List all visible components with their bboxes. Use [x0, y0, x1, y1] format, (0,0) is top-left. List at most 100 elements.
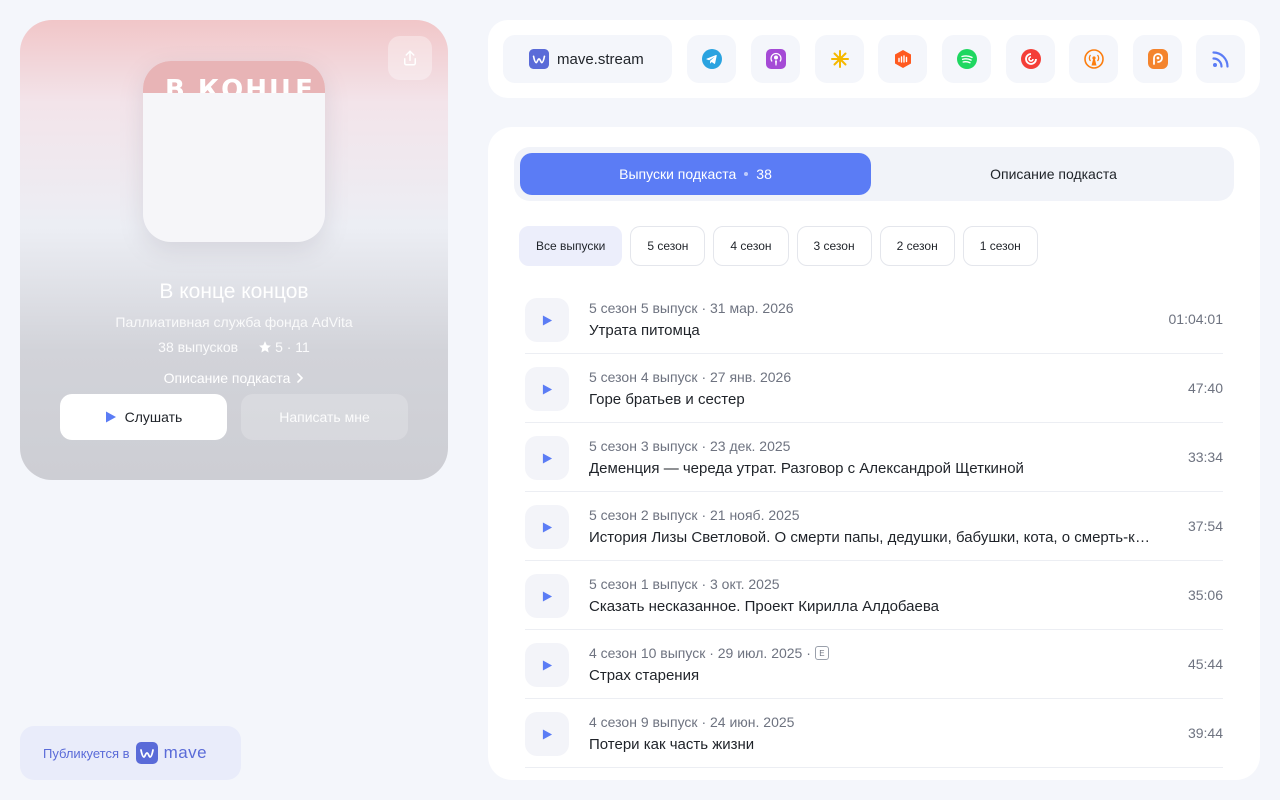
share-button[interactable] — [388, 36, 432, 80]
overcast-icon — [1083, 49, 1104, 69]
play-icon — [542, 728, 552, 740]
episode-duration: 47:40 — [1187, 380, 1223, 396]
cover-header: В КОНЦЕ — [143, 61, 325, 93]
episode-row[interactable]: 4 сезон 10 выпуск · 29 июл. 2025 · E Стр… — [525, 630, 1223, 699]
episode-meta: 5 сезон 1 выпуск · 3 окт. 2025 — [589, 576, 780, 592]
play-icon — [542, 314, 552, 326]
episode-duration: 45:44 — [1187, 656, 1223, 672]
listen-button[interactable]: Слушать — [60, 394, 227, 440]
pocket-casts-icon — [1020, 49, 1041, 69]
episode-row[interactable]: 5 сезон 4 выпуск · 27 янв. 2026 Горе бра… — [525, 354, 1223, 423]
podcast-tabs: Выпуски подкаста 38 Описание подкаста — [514, 147, 1234, 201]
mave-icon — [135, 742, 158, 764]
episode-meta: 5 сезон 2 выпуск · 21 нояб. 2025 — [589, 507, 800, 523]
cover-text: В КОНЦЕ — [165, 75, 315, 93]
episodes-panel: Выпуски подкаста 38 Описание подкаста Вс… — [488, 127, 1260, 780]
play-icon — [105, 411, 116, 423]
share-icon — [404, 50, 416, 66]
episode-meta: 5 сезон 4 выпуск · 27 янв. 2026 — [589, 369, 792, 385]
podcast-cover: В КОНЦЕ — [143, 61, 325, 242]
published-in-mave[interactable]: Публикуется в mave — [20, 726, 241, 780]
play-icon — [542, 659, 552, 671]
season-chip-3[interactable]: 3 сезон — [796, 226, 872, 266]
platform-bar: mave.stream — [488, 20, 1260, 98]
platform-podcast-addict[interactable] — [1133, 35, 1182, 83]
star-icon — [259, 341, 271, 353]
platform-yandex-music[interactable] — [815, 35, 864, 83]
episode-title: Страх старения — [589, 667, 700, 684]
tab-description[interactable]: Описание подкаста — [879, 153, 1228, 195]
podcast-title: В конце концов — [159, 280, 309, 303]
episode-title: История Лизы Светловой. О смерти папы, д… — [589, 529, 1155, 546]
episode-list: 5 сезон 5 выпуск · 31 мар. 2026 Утрата п… — [525, 285, 1223, 768]
podcast-addict-icon — [1147, 49, 1168, 69]
mave-logo: mave — [135, 742, 208, 764]
episode-play-button[interactable] — [525, 643, 569, 687]
soundstream-icon — [894, 50, 911, 68]
season-chip-5[interactable]: 5 сезон — [630, 226, 706, 266]
episode-play-button[interactable] — [525, 298, 569, 342]
rating-value: 5 · 11 — [275, 339, 310, 355]
write-me-button[interactable]: Написать мне — [241, 394, 408, 440]
podcast-author: Паллиативная служба фонда AdVita — [115, 314, 353, 330]
episode-play-button[interactable] — [525, 712, 569, 756]
mave-stream-link[interactable]: mave.stream — [503, 35, 672, 83]
tab-episodes-label: Выпуски подкаста — [619, 166, 737, 182]
platform-rss[interactable] — [1196, 35, 1245, 83]
tab-episodes[interactable]: Выпуски подкаста 38 — [520, 153, 871, 195]
season-chip-4[interactable]: 4 сезон — [713, 226, 789, 266]
episode-duration: 35:06 — [1187, 587, 1223, 603]
platform-overcast[interactable] — [1069, 35, 1118, 83]
episode-meta: 5 сезон 5 выпуск · 31 мар. 2026 — [589, 300, 794, 316]
episode-title: Горе братьев и сестер — [589, 391, 745, 408]
explicit-badge: E — [814, 646, 829, 660]
mave-brand: mave — [163, 743, 208, 762]
description-link-label: Описание подкаста — [163, 370, 291, 386]
rss-icon — [1211, 51, 1229, 68]
episode-row[interactable]: 4 сезон 9 выпуск · 24 июн. 2025 Потери к… — [525, 699, 1223, 768]
season-chip-1[interactable]: 1 сезон — [962, 226, 1038, 266]
description-link[interactable]: Описание подкаста — [20, 370, 448, 386]
play-icon — [542, 521, 552, 533]
tab-episodes-count: 38 — [756, 166, 772, 182]
podcast-card: В КОНЦЕ В конце концов Паллиативная служ… — [20, 20, 448, 480]
spotify-icon — [956, 49, 977, 69]
tab-separator-dot — [744, 172, 749, 176]
apple-podcasts-icon — [765, 49, 786, 69]
season-chip-all[interactable]: Все выпуски — [519, 226, 623, 266]
episode-duration: 01:04:01 — [1168, 311, 1224, 327]
platform-pocket-casts[interactable] — [1006, 35, 1055, 83]
episode-play-button[interactable] — [525, 436, 569, 480]
episodes-count: 38 выпусков — [158, 339, 239, 355]
play-icon — [542, 590, 552, 602]
yandex-music-icon — [830, 50, 849, 68]
episode-meta-text: 4 сезон 10 выпуск · 29 июл. 2025 · — [589, 645, 811, 661]
episode-title: Утрата питомца — [589, 322, 700, 339]
platform-apple-podcasts[interactable] — [751, 35, 800, 83]
platform-spotify[interactable] — [942, 35, 991, 83]
episode-meta: 4 сезон 9 выпуск · 24 июн. 2025 — [589, 714, 795, 730]
episode-meta: 4 сезон 10 выпуск · 29 июл. 2025 · E — [589, 645, 829, 661]
episode-row[interactable]: 5 сезон 1 выпуск · 3 окт. 2025 Сказать н… — [525, 561, 1223, 630]
listen-button-label: Слушать — [124, 409, 183, 425]
episode-title: Сказать несказанное. Проект Кирилла Алдо… — [589, 598, 939, 615]
mave-icon — [529, 49, 549, 69]
episode-row[interactable]: 5 сезон 5 выпуск · 31 мар. 2026 Утрата п… — [525, 285, 1223, 354]
platform-soundstream[interactable] — [878, 35, 927, 83]
episode-play-button[interactable] — [525, 367, 569, 411]
season-chip-2[interactable]: 2 сезон — [879, 226, 955, 266]
telegram-icon — [701, 49, 722, 69]
episode-row[interactable]: 5 сезон 2 выпуск · 21 нояб. 2025 История… — [525, 492, 1223, 561]
play-icon — [542, 383, 552, 395]
play-icon — [542, 452, 552, 464]
published-label: Публикуется в — [43, 745, 130, 761]
episode-duration: 33:34 — [1187, 449, 1223, 465]
episode-play-button[interactable] — [525, 505, 569, 549]
mave-stream-label: mave.stream — [557, 50, 644, 68]
platform-telegram[interactable] — [687, 35, 736, 83]
podcast-meta: 38 выпусков 5 · 11 — [20, 339, 448, 355]
episode-row[interactable]: 5 сезон 3 выпуск · 23 дек. 2025 Деменция… — [525, 423, 1223, 492]
chevron-right-icon — [297, 373, 304, 383]
season-filters: Все выпуски 5 сезон 4 сезон 3 сезон 2 се… — [519, 226, 1038, 266]
episode-play-button[interactable] — [525, 574, 569, 618]
